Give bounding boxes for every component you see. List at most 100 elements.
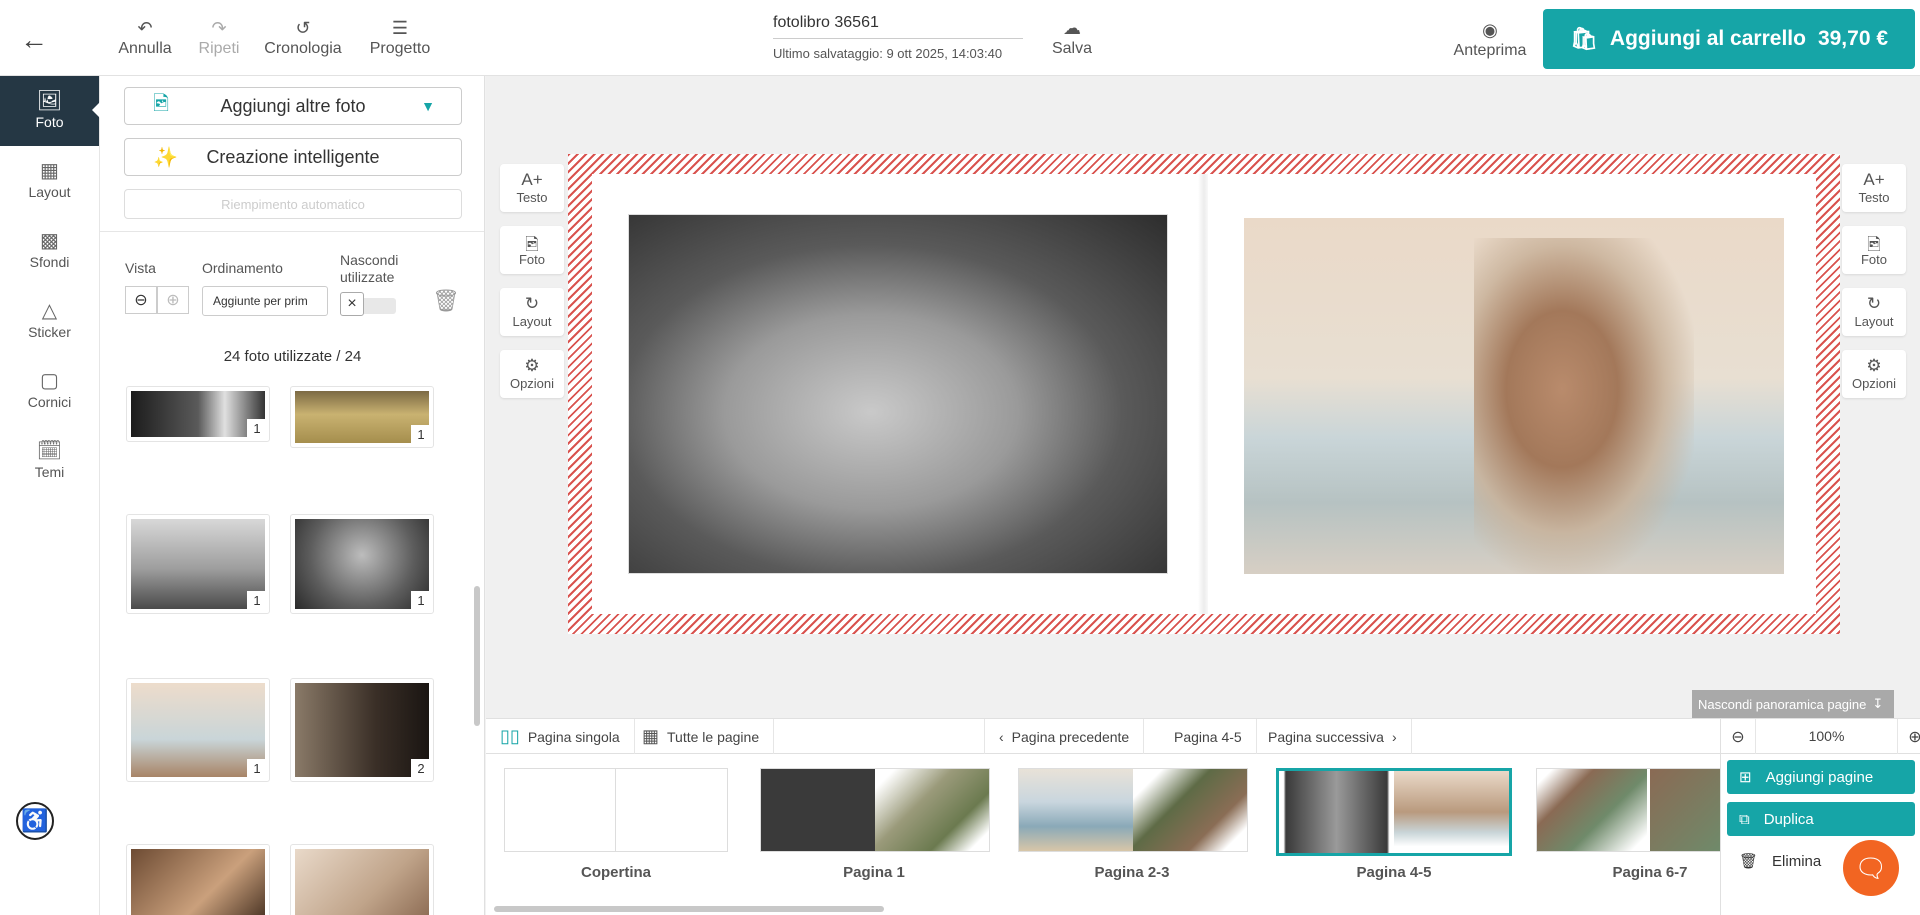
project-button[interactable]: ☰ Progetto (355, 18, 445, 58)
last-saved-text: Ultimo salvataggio: 9 ott 2025, 14:03:40 (773, 46, 1003, 61)
history-label: Cronologia (264, 40, 342, 57)
chat-bubble-icon[interactable]: 🗨 (1843, 840, 1899, 896)
zoom-out-icon[interactable]: ⊖ (1721, 727, 1755, 747)
layout-tool-label: Layout (1854, 314, 1894, 329)
single-page-label: Pagina singola (527, 728, 620, 745)
photo-thumb[interactable]: 1 (126, 386, 270, 442)
layout-icon: ▦ (40, 160, 59, 182)
rail-item-photos[interactable]: 🖼 Foto (0, 76, 100, 146)
delete-label: Elimina (1772, 852, 1822, 870)
photos-panel: 🖻 Aggiungi altre foto ▼ ✨ Creazione inte… (100, 76, 485, 915)
duplicate-button[interactable]: ⧉ Duplica (1727, 802, 1915, 836)
options-tool-label: Opzioni (509, 376, 555, 391)
prev-page-label: Pagina precedente (1011, 728, 1130, 745)
collapse-icon: ↧ (1872, 696, 1884, 711)
photo-thumb[interactable]: 1 (126, 514, 270, 614)
photo-thumb[interactable]: 1 (290, 386, 434, 448)
sort-select[interactable]: Aggiunte per prim (202, 286, 328, 316)
rail-item-themes[interactable]: 🗓 Temi (0, 426, 99, 496)
panel-divider (100, 231, 484, 232)
add-photo-icon: 🖻 (525, 235, 539, 254)
smart-create-label: Creazione intelligente (206, 146, 380, 167)
right-photo-tool[interactable]: 🖻 Foto (1842, 226, 1906, 274)
right-page[interactable] (1208, 174, 1816, 614)
hide-overview-button[interactable]: Nascondi panoramica pagine ↧ (1692, 690, 1894, 718)
prev-page-button[interactable]: ‹ Pagina precedente (984, 719, 1145, 754)
add-more-photos-button[interactable]: 🖻 Aggiungi altre foto ▼ (124, 87, 462, 125)
next-page-label: Pagina successiva (1268, 728, 1384, 745)
smart-create-button[interactable]: ✨ Creazione intelligente (124, 138, 462, 176)
all-pages-view-button[interactable]: ▦ Tutte le pagine (628, 719, 775, 754)
rail-item-backgrounds[interactable]: ▩ Sfondi (0, 216, 99, 286)
accessibility-icon[interactable]: ♿ (16, 802, 54, 840)
project-info: fotolibro 36561 Ultimo salvataggio: 9 ot… (773, 14, 1023, 61)
right-text-tool[interactable]: A+ Testo (1842, 164, 1906, 212)
zoom-in-icon[interactable]: ⊕ (1898, 727, 1920, 747)
eye-icon: ◉ (1482, 20, 1498, 40)
photo-thumb[interactable]: 1 (290, 514, 434, 614)
spread-thumb-page-1[interactable] (760, 768, 990, 852)
hide-used-toggle[interactable]: × (340, 292, 396, 316)
zoom-in-thumbs-button[interactable]: ⊕ (157, 286, 189, 314)
right-layout-tool[interactable]: ↻ Layout (1842, 288, 1906, 336)
left-page[interactable] (592, 174, 1200, 614)
left-options-tool[interactable]: ⚙ Opzioni (500, 350, 564, 398)
history-button[interactable]: ↺ Cronologia (258, 18, 348, 58)
cart-label: Aggiungi al carrello (1609, 27, 1806, 50)
panel-scrollbar[interactable] (474, 586, 480, 726)
right-options-tool[interactable]: ⚙ Opzioni (1842, 350, 1906, 398)
zoom-control: ⊖ 100% ⊕ (1720, 719, 1920, 754)
rail-label: Sticker (28, 324, 71, 340)
single-page-view-button[interactable]: ▯▯ Pagina singola (486, 719, 635, 754)
page-navigation-bar: ▯▯ Pagina singola ▦ Tutte le pagine ‹ Pa… (486, 718, 1920, 754)
trash-icon[interactable]: 🗑 (432, 288, 460, 314)
trash-icon: 🗑 (1739, 853, 1759, 870)
sliders-icon: ☰ (391, 18, 409, 38)
left-page-photo[interactable] (628, 214, 1168, 574)
add-to-cart-button[interactable]: 🛍 Aggiungi al carrello 39,70 € (1543, 9, 1915, 69)
autofill-button[interactable]: Riempimento automatico (124, 189, 462, 219)
zoom-out-thumbs-button[interactable]: ⊖ (125, 286, 157, 314)
theme-icon: 🗓 (36, 440, 63, 462)
add-page-icon: ⊞ (1739, 769, 1752, 786)
right-page-photo[interactable] (1244, 218, 1784, 574)
left-layout-tool[interactable]: ↻ Layout (500, 288, 564, 336)
spread-thumb-page-2-3[interactable] (1018, 768, 1248, 852)
rail-item-frames[interactable]: ▢ Cornici (0, 356, 99, 426)
options-tool-label: Opzioni (1851, 376, 1897, 391)
strip-scrollbar[interactable] (494, 906, 884, 912)
preview-button[interactable]: ◉ Anteprima (1448, 20, 1532, 60)
zoom-out-icon: ⊖ (134, 292, 148, 309)
history-icon: ↺ (295, 18, 311, 38)
redo-button[interactable]: ↷ Ripeti (174, 18, 264, 58)
back-arrow-icon[interactable]: ← (20, 24, 48, 56)
spread-thumb-page-6-7[interactable] (1536, 768, 1720, 852)
photo-thumb[interactable] (290, 844, 434, 915)
photo-thumb[interactable]: 1 (126, 678, 270, 782)
left-photo-tool[interactable]: 🖻 Foto (500, 226, 564, 274)
spread-thumb-cover[interactable] (504, 768, 728, 852)
photo-tool-label: Foto (1860, 252, 1887, 267)
photo-thumb[interactable] (126, 844, 270, 915)
zoom-in-icon: ⊕ (166, 292, 180, 309)
project-name[interactable]: fotolibro 36561 (773, 14, 1023, 39)
close-icon: × (340, 292, 364, 316)
save-button[interactable]: ☁ Salva (1046, 18, 1098, 58)
add-pages-button[interactable]: ⊞ Aggiungi pagine (1727, 760, 1915, 794)
hide-used-label-line2: utilizzate (340, 269, 395, 285)
text-tool-label: Testo (516, 190, 548, 205)
cloud-icon: ☁ (1063, 18, 1081, 38)
spread-label: Pagina 2-3 (1094, 864, 1170, 881)
hide-used-label-line1: Nascondi (340, 252, 399, 268)
rail-item-stickers[interactable]: △ Sticker (0, 286, 99, 356)
spread-thumb-page-4-5[interactable] (1276, 768, 1512, 856)
next-page-button[interactable]: Pagina successiva › (1254, 719, 1412, 754)
refresh-icon: ↻ (524, 294, 540, 313)
photo-thumb[interactable]: 2 (290, 678, 434, 782)
photobook-spread (568, 154, 1840, 634)
page-actions-panel: ⊞ Aggiungi pagine ⧉ Duplica 🗑 Elimina (1720, 754, 1920, 915)
left-text-tool[interactable]: A+ Testo (500, 164, 564, 212)
all-pages-label: Tutte le pagine (667, 728, 760, 745)
rail-item-layout[interactable]: ▦ Layout (0, 146, 99, 216)
current-page-label: Pagina 4-5 (1174, 728, 1242, 745)
